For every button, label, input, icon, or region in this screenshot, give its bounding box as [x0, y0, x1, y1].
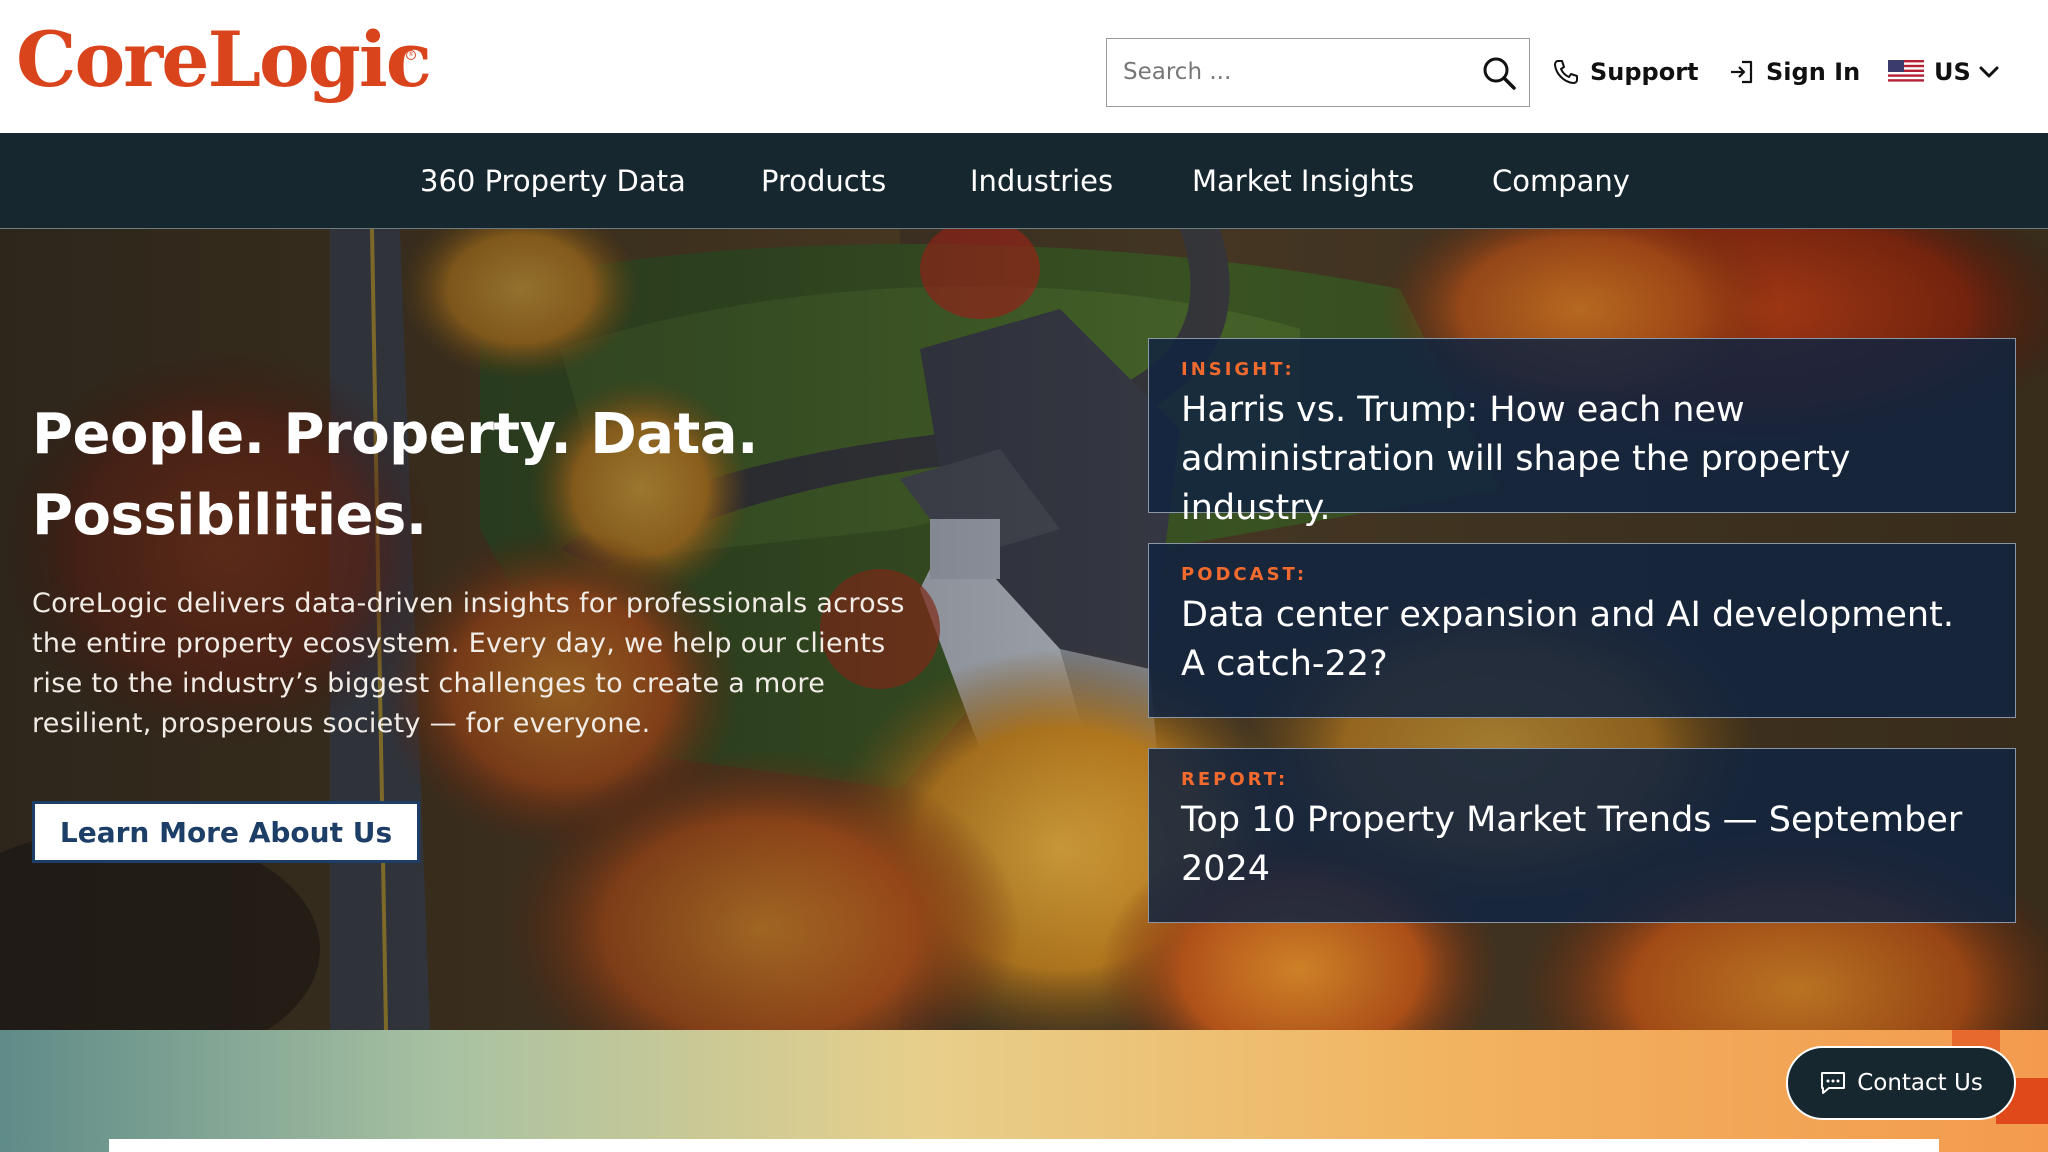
nav-item-market-insights[interactable]: Market Insights — [1192, 133, 1414, 229]
search-box — [1106, 38, 1530, 107]
locale-selector[interactable]: US — [1888, 52, 2001, 92]
search-icon[interactable] — [1481, 55, 1517, 91]
podcast-card[interactable]: PODCAST: Data center expansion and AI de… — [1148, 543, 2016, 718]
chevron-down-icon — [1979, 66, 1999, 78]
contact-us-button[interactable]: Contact Us — [1786, 1046, 2016, 1120]
card-tag: INSIGHT: — [1181, 359, 1295, 380]
locale-label: US — [1934, 58, 1971, 86]
card-title: Top 10 Property Market Trends — Septembe… — [1181, 800, 1963, 889]
gradient-band — [0, 1030, 2048, 1152]
phone-icon — [1554, 60, 1578, 84]
registered-mark: ® — [406, 50, 416, 60]
card-tag: REPORT: — [1181, 769, 1289, 790]
card-tag: PODCAST: — [1181, 564, 1308, 585]
learn-more-button[interactable]: Learn More About Us — [32, 801, 420, 863]
corelogic-logo[interactable]: CoreLogic — [16, 22, 432, 98]
sign-in-link[interactable]: Sign In — [1728, 52, 1860, 92]
card-title: Harris vs. Trump: How each new administr… — [1181, 390, 1851, 528]
sign-in-icon — [1731, 60, 1753, 84]
support-label: Support — [1590, 58, 1699, 86]
hero-title: People. Property. Data. Possibilities. — [32, 394, 792, 556]
insight-card[interactable]: INSIGHT: Harris vs. Trump: How each new … — [1148, 338, 2016, 528]
card-title: Data center expansion and AI development… — [1181, 595, 1954, 684]
site-header: CoreLogic ® Support Sign In — [0, 0, 2048, 133]
search-input[interactable] — [1123, 39, 1463, 105]
main-nav: 360 Property Data Products Industries Ma… — [0, 133, 2048, 229]
support-link[interactable]: Support — [1552, 52, 1699, 92]
nav-item-industries[interactable]: Industries — [970, 133, 1113, 229]
hero-description: CoreLogic delivers data-driven insights … — [32, 588, 905, 739]
nav-item-company[interactable]: Company — [1492, 133, 1630, 229]
hero-title-line-1: People. Property. Data. — [32, 402, 758, 467]
report-card[interactable]: REPORT: Top 10 Property Market Trends — … — [1148, 748, 2016, 923]
nav-item-360-property-data[interactable]: 360 Property Data — [420, 133, 686, 229]
hero-title-line-2: Possibilities. — [32, 483, 427, 548]
chat-icon — [1821, 1072, 1846, 1094]
sign-in-label: Sign In — [1766, 58, 1861, 86]
contact-us-label: Contact Us — [1857, 1070, 1983, 1096]
hero-section: People. Property. Data. Possibilities. C… — [0, 229, 2048, 1030]
us-flag-icon — [1888, 60, 1924, 84]
content-panel-top — [109, 1139, 1939, 1152]
nav-item-products[interactable]: Products — [761, 133, 886, 229]
